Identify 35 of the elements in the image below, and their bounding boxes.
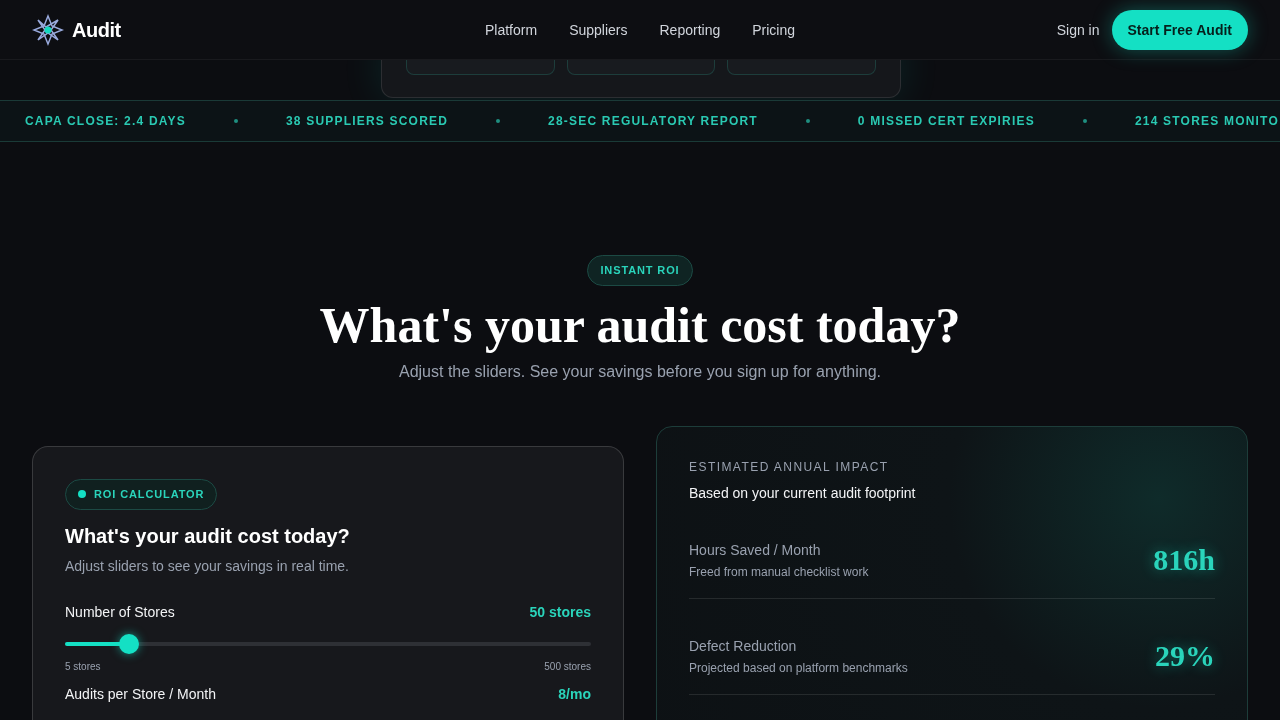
slider-thumb[interactable] (118, 633, 139, 654)
slider-label: Number of Stores (65, 602, 175, 622)
nav-link[interactable]: Pricing (752, 19, 795, 40)
instant-roi-badge: INSTANT ROI (587, 255, 693, 286)
metric-label: Hours Saved / Month (689, 540, 822, 560)
nav-link[interactable]: Reporting (659, 19, 721, 40)
ticker-item: 0 MISSED CERT EXPIRIES (857, 113, 1035, 130)
slider-value: 8/mo (558, 684, 591, 704)
start-free-audit-button[interactable]: Start Free Audit (1111, 9, 1248, 50)
impact-eyebrow: ESTIMATED ANNUAL IMPACT (689, 459, 890, 475)
hero-subtitle: Adjust the sliders. See your savings before you sign up for anything. (398, 362, 882, 382)
ticker-item: 28-SEC REGULATORY REPORT (548, 113, 758, 130)
sign-in-link[interactable]: Sign in (1056, 19, 1100, 40)
slider-track[interactable] (65, 633, 591, 654)
nav-link[interactable]: Suppliers (569, 19, 628, 40)
metric-value: 816h (1153, 542, 1215, 578)
logo-icon (32, 13, 64, 46)
slider-max-label: 500 stores (544, 659, 591, 674)
calculator-heading: What's your audit cost today? (65, 523, 351, 549)
metric-label: Defect Reduction (689, 636, 798, 656)
impact-subtitle: Based on your current audit footprint (689, 484, 917, 503)
slider-value: 50 stores (529, 602, 591, 622)
hero-heading: What's your audit cost today? (319, 295, 961, 355)
ticker-item: CAPA CLOSE: 2.4 DAYS (25, 113, 186, 130)
metric-value: 29% (1155, 638, 1215, 674)
nav-link[interactable]: Platform (485, 19, 538, 40)
slider-label: Audits per Store / Month (65, 684, 216, 704)
slider-min-label: 5 stores (65, 659, 101, 674)
brand-name: Audit (72, 17, 121, 43)
ticker-item: 38 SUPPLIERS SCORED (285, 113, 449, 130)
metric-note: Freed from manual checklist work (689, 563, 869, 580)
metric-note: Projected based on platform benchmarks (689, 659, 908, 676)
ticker-item: 214 STORES MONITO (1134, 113, 1279, 130)
roi-calculator-badge: ROI CALCULATOR (65, 479, 218, 510)
calculator-subtitle: Adjust sliders to see your savings in real time. (65, 556, 350, 576)
